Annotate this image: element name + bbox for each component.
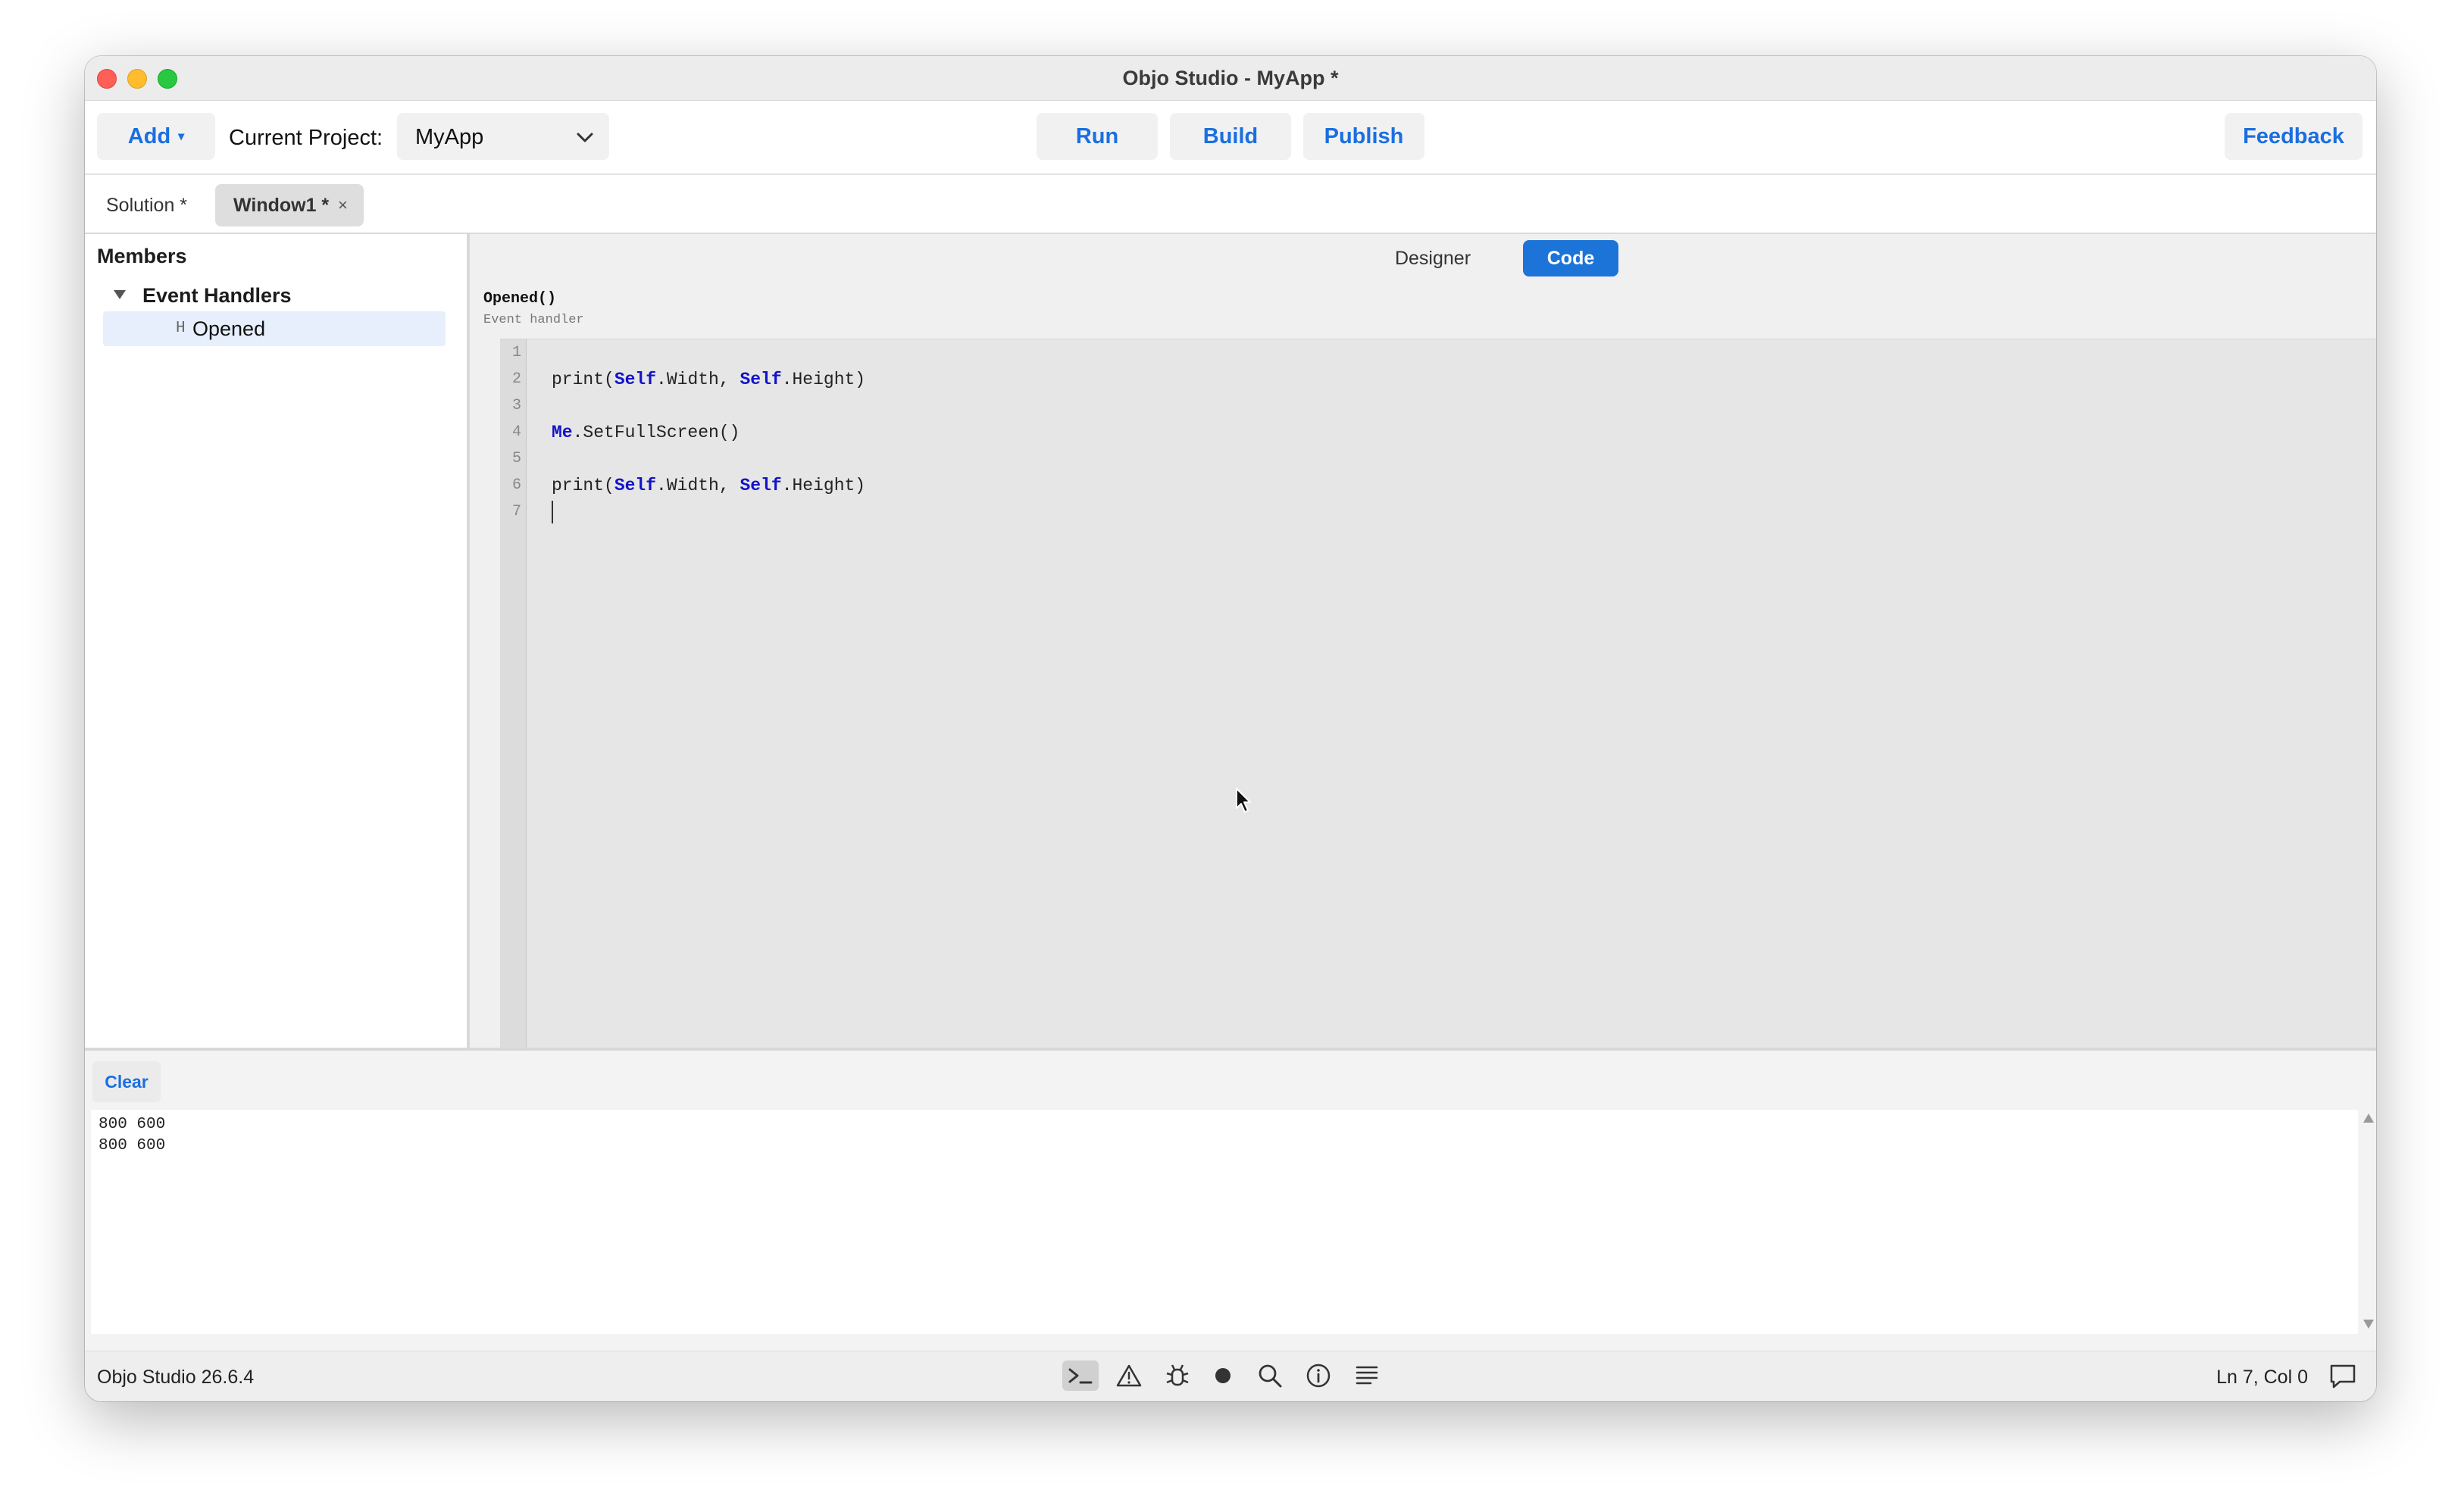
members-title: Members (97, 245, 187, 267)
bug-icon[interactable] (1159, 1360, 1196, 1391)
run-button[interactable]: Run (1037, 113, 1158, 160)
project-select[interactable]: MyApp (397, 113, 609, 160)
code-line: print(Self.Width, Self.Height) (552, 476, 866, 495)
tab-window1-label: Window1 * (233, 195, 330, 216)
member-item-opened[interactable]: H Opened (103, 311, 446, 346)
line-number: 5 (511, 450, 521, 467)
status-bar: Objo Studio 26.6.4 Ln 7, Col 0 (85, 1351, 2376, 1401)
warning-icon[interactable] (1111, 1360, 1147, 1391)
caret-down-icon: ▾ (178, 130, 185, 143)
designer-toggle[interactable]: Designer (1387, 240, 1479, 276)
members-panel: Members Event Handlers H Opened (85, 234, 470, 1048)
record-icon[interactable] (1205, 1360, 1241, 1391)
terminal-icon[interactable] (1062, 1360, 1099, 1391)
code-toggle[interactable]: Code (1523, 240, 1618, 276)
window-title: Objo Studio - MyApp * (1122, 67, 1339, 89)
tab-window1[interactable]: Window1 * × (215, 184, 364, 226)
publish-button[interactable]: Publish (1303, 113, 1424, 160)
output-console[interactable]: 800 600 800 600 (91, 1110, 2374, 1334)
chat-icon[interactable] (2329, 1364, 2356, 1389)
add-button-label: Add (127, 123, 171, 148)
line-number: 6 (511, 476, 521, 494)
method-kind: Event handler (483, 313, 584, 327)
close-tab-icon[interactable]: × (338, 195, 348, 215)
clear-output-button[interactable]: Clear (92, 1061, 161, 1102)
tab-solution[interactable]: Solution * (106, 195, 187, 217)
handler-badge-icon: H (176, 320, 186, 337)
code-editor[interactable]: 1 2 3 4 5 6 7 print(Self.Width, Self.Hei… (500, 339, 2376, 1048)
output-line: 800 600 (99, 1137, 166, 1154)
build-button[interactable]: Build (1170, 113, 1291, 160)
cursor-position: Ln 7, Col 0 (2216, 1367, 2308, 1388)
line-number: 3 (511, 397, 521, 414)
version-label: Objo Studio 26.6.4 (97, 1367, 255, 1388)
output-panel: Clear 800 600 800 600 (85, 1048, 2376, 1354)
line-number: 4 (511, 423, 521, 441)
text-caret (552, 501, 553, 523)
code-line: print(Self.Width, Self.Height) (552, 370, 866, 389)
output-line: 800 600 (99, 1116, 166, 1133)
info-icon[interactable] (1300, 1360, 1337, 1391)
member-item-label: Opened (192, 317, 266, 340)
chevron-down-icon (577, 133, 593, 142)
scroll-up-icon[interactable] (2362, 1113, 2375, 1123)
disclosure-triangle-icon[interactable] (112, 289, 127, 301)
code-line: Me.SetFullScreen() (552, 423, 740, 442)
method-signature: Opened() (483, 290, 557, 308)
document-tabs: Solution * Window1 * × (85, 175, 2376, 234)
feedback-button[interactable]: Feedback (2225, 113, 2362, 160)
mouse-pointer-icon (1236, 788, 1251, 813)
list-icon[interactable] (1349, 1360, 1385, 1391)
line-number-gutter: 1 2 3 4 5 6 7 (500, 339, 527, 1048)
line-number: 7 (511, 503, 521, 520)
editor-area: Designer Code Opened() Event handler 1 2… (470, 234, 2376, 1048)
scroll-down-icon[interactable] (2362, 1319, 2375, 1329)
project-select-value: MyApp (415, 125, 484, 149)
search-icon[interactable] (1252, 1360, 1288, 1391)
add-button[interactable]: Add ▾ (97, 113, 215, 160)
line-number: 1 (511, 344, 521, 361)
line-number: 2 (511, 370, 521, 388)
toolbar: Add ▾ Current Project: MyApp Run Build P… (85, 101, 2376, 175)
title-bar: Objo Studio - MyApp * (85, 56, 2376, 101)
event-handlers-label: Event Handlers (142, 284, 292, 307)
current-project-label: Current Project: (229, 126, 383, 150)
app-window: Objo Studio - MyApp * Add ▾ Current Proj… (85, 56, 2376, 1401)
